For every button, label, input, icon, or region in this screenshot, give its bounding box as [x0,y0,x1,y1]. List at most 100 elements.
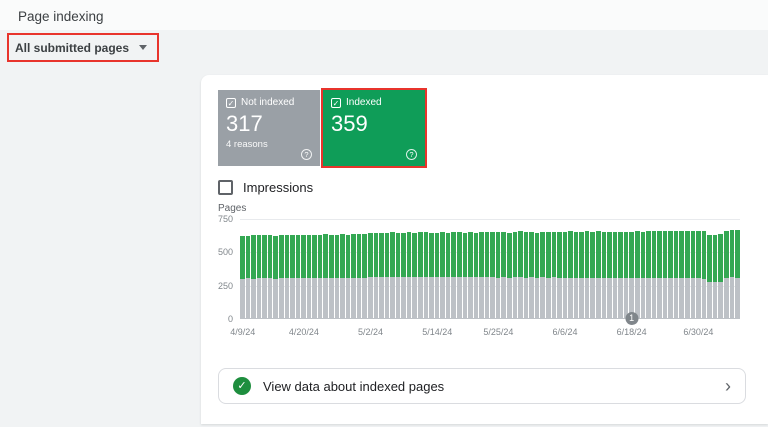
stacked-bar[interactable] [412,233,417,318]
stacked-bar[interactable] [646,231,651,318]
stacked-bar[interactable] [663,231,668,318]
stacked-bar[interactable] [318,235,323,318]
stacked-bar[interactable] [540,232,545,318]
stacked-bar[interactable] [735,230,740,318]
stacked-bar[interactable] [396,233,401,318]
stacked-bar[interactable] [424,232,429,318]
stacked-bar[interactable] [730,230,735,318]
stacked-bar[interactable] [379,233,384,318]
stacked-bar[interactable] [507,233,512,318]
stacked-bar[interactable] [485,232,490,318]
stacked-bar[interactable] [429,233,434,318]
stacked-bar[interactable] [301,235,306,318]
stacked-bar[interactable] [468,232,473,318]
stacked-bar[interactable] [385,233,390,318]
checkbox-checked-icon[interactable]: ✓ [331,98,341,108]
stacked-bar[interactable] [323,234,328,318]
not-indexed-stat-card[interactable]: ✓ Not indexed 317 4 reasons ? [218,90,320,166]
stacked-bar[interactable] [474,233,479,318]
stacked-bar[interactable] [635,231,640,318]
stacked-bar[interactable] [457,232,462,318]
stacked-bar[interactable] [602,232,607,318]
stacked-bar[interactable] [329,235,334,318]
stacked-bar[interactable] [463,233,468,318]
stacked-bar[interactable] [401,233,406,318]
stacked-bar[interactable] [624,232,629,318]
stacked-bar[interactable] [546,232,551,318]
stacked-bar[interactable] [368,233,373,318]
stacked-bar[interactable] [668,231,673,318]
annotation-marker[interactable]: 1 [625,312,638,325]
stacked-bar[interactable] [240,236,245,318]
stacked-bar[interactable] [713,235,718,318]
stacked-bar[interactable] [335,235,340,318]
stacked-bar[interactable] [579,232,584,318]
stacked-bar[interactable] [446,233,451,318]
stacked-bar[interactable] [574,232,579,318]
indexed-stat-card[interactable]: ✓ Indexed 359 ? [323,90,425,166]
stacked-bar[interactable] [435,233,440,318]
stacked-bar[interactable] [696,231,701,318]
stacked-bar[interactable] [490,232,495,318]
stacked-bar[interactable] [629,232,634,318]
stacked-bar[interactable] [557,232,562,318]
stacked-bar[interactable] [273,236,278,318]
pages-filter-dropdown[interactable]: All submitted pages [7,33,159,62]
stacked-bar[interactable] [307,235,312,318]
stacked-bar[interactable] [501,232,506,318]
stacked-bar[interactable] [568,231,573,318]
stacked-bar[interactable] [535,233,540,318]
stacked-bar[interactable] [479,232,484,318]
stacked-bar[interactable] [518,231,523,318]
stacked-bar[interactable] [262,235,267,318]
stacked-bar[interactable] [296,235,301,318]
stacked-bar[interactable] [563,232,568,318]
stacked-bar[interactable] [618,232,623,318]
stacked-bar[interactable] [285,235,290,318]
stacked-bar[interactable] [702,231,707,318]
impressions-toggle[interactable]: Impressions [218,180,313,195]
stacked-bar[interactable] [674,231,679,318]
stacked-bar[interactable] [590,232,595,318]
stacked-bar[interactable] [685,231,690,318]
stacked-bar[interactable] [451,232,456,318]
stacked-bar[interactable] [312,235,317,318]
stacked-bar[interactable] [268,235,273,318]
stacked-bar[interactable] [524,232,529,318]
stacked-bar[interactable] [585,231,590,318]
stacked-bar[interactable] [407,232,412,318]
stacked-bar[interactable] [679,231,684,318]
stacked-bar[interactable] [257,235,262,318]
stacked-bar[interactable] [596,231,601,318]
stacked-bar[interactable] [418,232,423,318]
stacked-bar[interactable] [279,235,284,318]
stacked-bar[interactable] [613,232,618,318]
stacked-bar[interactable] [641,232,646,318]
stacked-bar[interactable] [652,231,657,318]
stacked-bar[interactable] [340,234,345,318]
stacked-bar[interactable] [362,234,367,318]
stacked-bar[interactable] [246,236,251,318]
stacked-bar[interactable] [351,234,356,318]
help-icon[interactable]: ? [301,149,312,160]
stacked-bar[interactable] [552,232,557,318]
stacked-bar[interactable] [607,232,612,318]
stacked-bar[interactable] [374,233,379,318]
chart-plot[interactable]: 1 [240,219,740,319]
stacked-bar[interactable] [390,232,395,318]
stacked-bar[interactable] [707,235,712,318]
help-icon[interactable]: ? [406,149,417,160]
stacked-bar[interactable] [718,234,723,318]
stacked-bar[interactable] [691,231,696,318]
stacked-bar[interactable] [529,232,534,318]
chevron-right-icon[interactable]: › [725,377,731,395]
stacked-bar[interactable] [496,232,501,318]
stacked-bar[interactable] [290,235,295,318]
stacked-bar[interactable] [724,231,729,318]
checkbox-checked-icon[interactable]: ✓ [226,98,236,108]
checkbox-unchecked-icon[interactable] [218,180,233,195]
stacked-bar[interactable] [346,235,351,318]
view-indexed-pages-link[interactable]: ✓ View data about indexed pages › [218,368,746,404]
stacked-bar[interactable] [513,232,518,318]
stacked-bar[interactable] [251,235,256,318]
